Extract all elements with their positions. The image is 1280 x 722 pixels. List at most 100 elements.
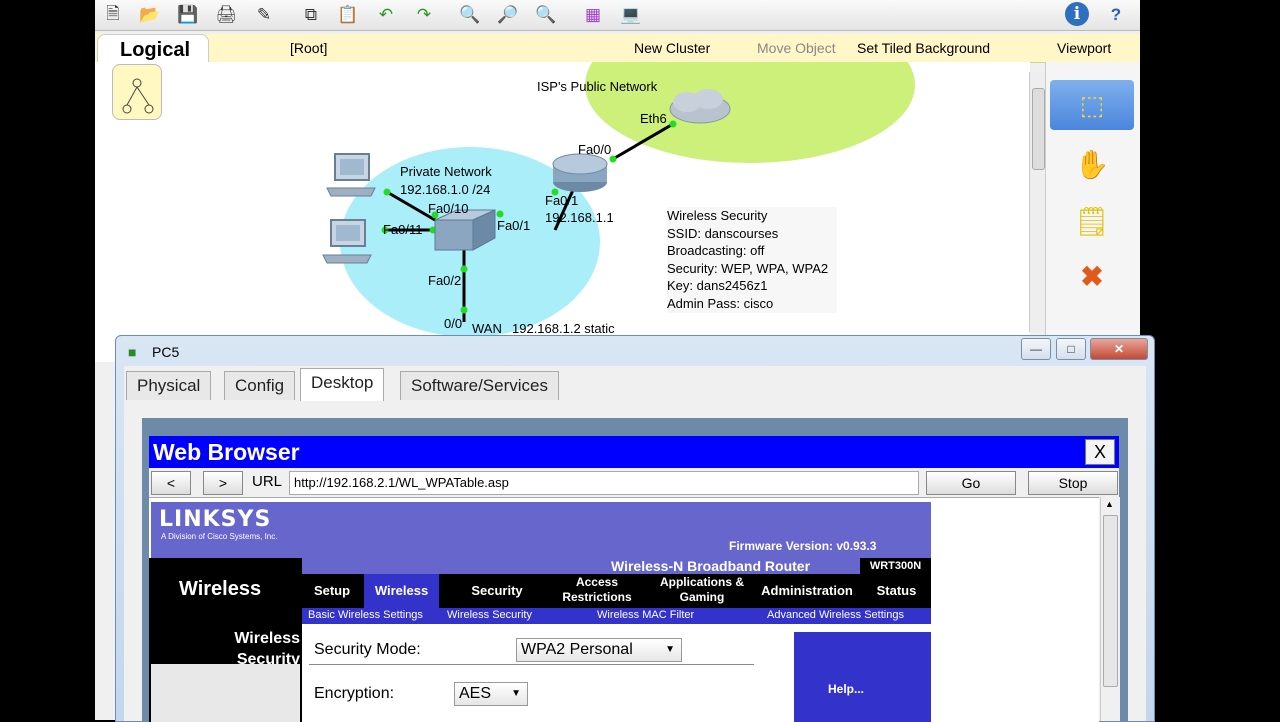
- pc-icon-1: [326, 153, 376, 197]
- cloud-icon: [669, 89, 731, 124]
- encryption-label: Encryption:: [314, 685, 395, 702]
- menu-administration[interactable]: Administration: [752, 583, 862, 598]
- menu-wireless[interactable]: Wireless: [364, 583, 439, 598]
- port00-label: 0/0: [444, 316, 463, 331]
- redo-icon[interactable]: ↷: [411, 2, 437, 28]
- encryption-value: AES: [459, 685, 492, 702]
- undo-icon[interactable]: ↶: [373, 2, 399, 28]
- pc5-window-title: PC5: [152, 344, 180, 360]
- print-icon[interactable]: 🖨: [213, 2, 239, 28]
- zoom-reset-icon[interactable]: 🔎: [495, 2, 521, 28]
- fa00-label: Fa0/0: [578, 142, 612, 157]
- sidebar-gray-box: [151, 664, 300, 722]
- viewport-button[interactable]: Viewport: [1057, 40, 1111, 56]
- zoom-in-icon[interactable]: 🔍: [457, 2, 483, 28]
- logical-tab-label: Logical: [120, 39, 191, 61]
- web-browser: Web Browser X < > URL http://192.168.2.1…: [149, 436, 1120, 722]
- pc5-tabs-area: Physical Config Desktop Software/Service…: [124, 366, 1146, 722]
- section-title: Wireless: [179, 578, 262, 600]
- stop-button[interactable]: Stop: [1028, 471, 1118, 495]
- canvas-scrollbar[interactable]: [1029, 72, 1046, 332]
- menu-setup[interactable]: Setup: [302, 583, 362, 598]
- menu-security[interactable]: Security: [447, 583, 547, 598]
- info-icon[interactable]: i: [1065, 2, 1089, 26]
- form-divider: [309, 664, 754, 665]
- submenu-basic-wireless[interactable]: Basic Wireless Settings: [308, 609, 423, 621]
- save-icon[interactable]: 💾: [175, 2, 201, 28]
- palette-icon[interactable]: ▦: [580, 2, 606, 28]
- tab-physical[interactable]: Physical: [126, 371, 212, 400]
- linksys-header: LINKSYS A Division of Cisco Systems, Inc…: [151, 502, 931, 558]
- pc5-window: ■ PC5 — □ ✕ Physical Config Desktop Soft…: [115, 335, 1155, 722]
- router-fa01-label: Fa0/1: [545, 193, 579, 208]
- device-icon[interactable]: 💻: [618, 2, 644, 28]
- scroll-up-icon[interactable]: ▲: [1105, 499, 1114, 509]
- maximize-button[interactable]: □: [1056, 338, 1086, 360]
- router-icon: [552, 153, 608, 192]
- fa02-label: Fa0/2: [428, 273, 462, 288]
- switch-fa01-label: Fa0/1: [497, 218, 531, 233]
- menu-applications-gaming[interactable]: Applications & Gaming: [652, 575, 752, 605]
- page-scrollbar[interactable]: ▲: [1100, 497, 1120, 721]
- section-box: Wireless: [149, 558, 302, 624]
- select-tool-icon[interactable]: ⬚: [1050, 80, 1134, 130]
- tab-config[interactable]: Config: [224, 371, 296, 400]
- move-object-button[interactable]: Move Object: [757, 40, 836, 56]
- linksys-logo-subtitle: A Division of Cisco Systems, Inc.: [161, 532, 278, 541]
- window-close-button[interactable]: ✕: [1090, 338, 1148, 360]
- pc-window-icon: ■: [128, 344, 137, 360]
- wan-label: WAN: [472, 321, 502, 336]
- wizard-icon[interactable]: ✎: [251, 2, 277, 28]
- forward-button[interactable]: >: [203, 471, 243, 495]
- product-bar: Wireless-N Broadband Router WRT300N: [302, 558, 931, 574]
- menu-status[interactable]: Status: [862, 583, 931, 598]
- new-cluster-button[interactable]: New Cluster: [634, 40, 710, 56]
- scrollbar-thumb[interactable]: [1103, 515, 1118, 687]
- note-line: Broadcasting: off: [667, 243, 765, 259]
- browser-titlebar: Web Browser X: [149, 436, 1119, 468]
- tab-desktop[interactable]: Desktop: [300, 368, 385, 401]
- main-menu: Setup Wireless Security Access Restricti…: [302, 574, 931, 608]
- isp-network-label: ISP's Public Network: [537, 79, 658, 94]
- back-button[interactable]: <: [151, 471, 191, 495]
- private-subnet-label: 192.168.1.0 /24: [400, 182, 491, 197]
- set-tiled-background-button[interactable]: Set Tiled Background: [857, 40, 990, 56]
- go-button[interactable]: Go: [926, 471, 1016, 495]
- root-label[interactable]: [Root]: [290, 40, 327, 56]
- main-toolbar: 🗎 📂 💾 🖨 ✎ ⧉ 📋 ↶ ↷ 🔍 🔎 🔍 ▦ 💻 i ?: [95, 0, 1140, 31]
- submenu-mac-filter[interactable]: Wireless MAC Filter: [597, 609, 694, 621]
- browser-title: Web Browser: [153, 439, 300, 465]
- help-icon[interactable]: ?: [1103, 2, 1129, 28]
- tab-software-services[interactable]: Software/Services: [400, 371, 559, 400]
- security-mode-value: WPA2 Personal: [521, 641, 633, 658]
- chevron-down-icon: ▼: [511, 688, 521, 699]
- chevron-down-icon: ▼: [665, 644, 675, 655]
- browser-close-button[interactable]: X: [1085, 439, 1115, 465]
- url-label: URL: [252, 473, 283, 490]
- paste-icon[interactable]: 📋: [335, 2, 361, 28]
- open-icon[interactable]: 📂: [137, 2, 163, 28]
- private-network-label: Private Network: [400, 164, 492, 179]
- menu-access-restrictions[interactable]: Access Restrictions: [547, 575, 647, 605]
- topology-canvas[interactable]: ISP's Public Network Eth6 Fa0/0 Fa0/1 19…: [95, 62, 1030, 362]
- security-mode-select[interactable]: WPA2 Personal ▼: [516, 638, 682, 662]
- help-link[interactable]: Help...: [828, 682, 864, 696]
- new-icon[interactable]: 🗎: [100, 2, 126, 28]
- router-ip-label: 192.168.1.1: [545, 210, 614, 225]
- url-input[interactable]: http://192.168.2.1/WL_WPATable.asp: [289, 471, 919, 495]
- scrollbar-thumb[interactable]: [1032, 88, 1045, 170]
- product-name: Wireless-N Broadband Router: [611, 558, 811, 574]
- submenu-advanced[interactable]: Advanced Wireless Settings: [767, 609, 904, 621]
- copy-icon[interactable]: ⧉: [298, 2, 324, 28]
- note-line: Key: dans2456z1: [667, 278, 768, 294]
- delete-tool-icon[interactable]: ✖: [1050, 252, 1134, 302]
- encryption-select[interactable]: AES ▼: [454, 682, 528, 706]
- help-panel: Help...: [794, 632, 931, 722]
- linksys-logo: LINKSYS: [159, 507, 272, 532]
- minimize-button[interactable]: —: [1021, 338, 1051, 360]
- logical-navbar: [Root] New Cluster Move Object Set Tiled…: [95, 34, 1140, 63]
- note-tool-icon[interactable]: 🗒: [1050, 197, 1134, 247]
- submenu-wireless-security[interactable]: Wireless Security: [447, 609, 532, 621]
- zoom-out-icon[interactable]: 🔍: [533, 2, 559, 28]
- hand-tool-icon[interactable]: ✋: [1050, 140, 1134, 190]
